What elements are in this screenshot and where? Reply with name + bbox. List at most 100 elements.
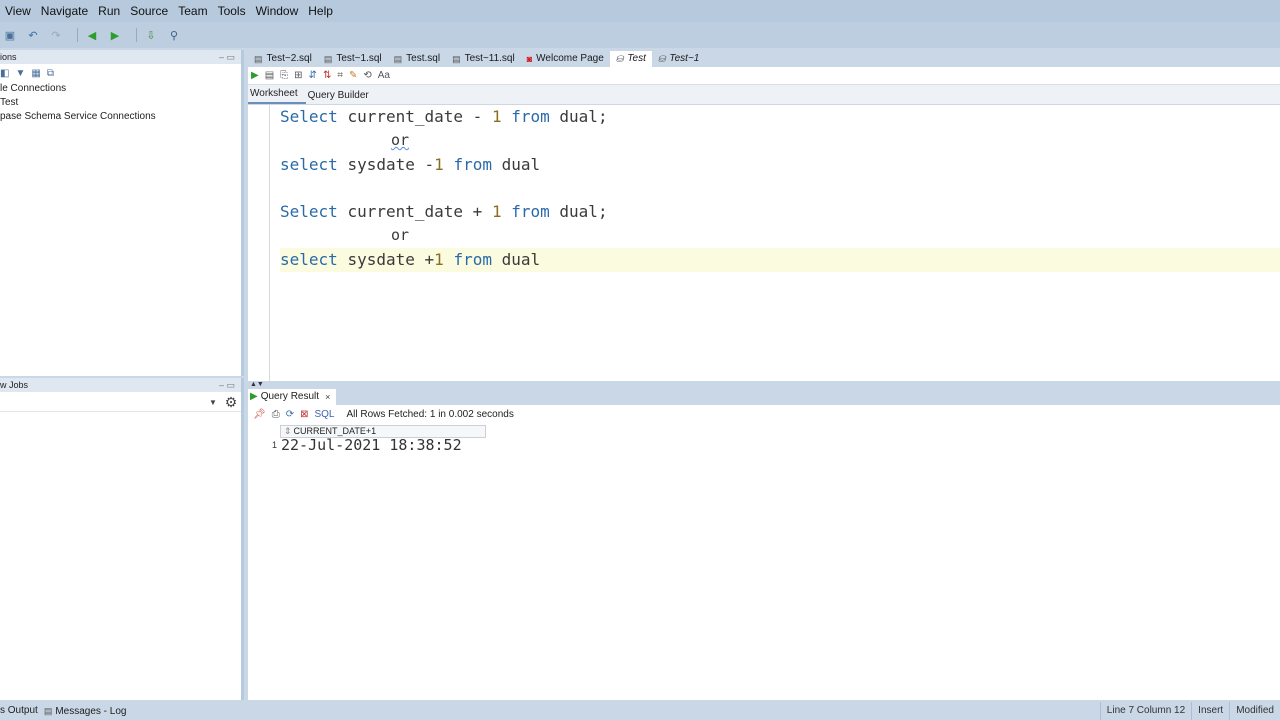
sql-link[interactable]: SQL [314, 409, 334, 420]
jobs-combo-field[interactable] [0, 395, 209, 411]
run-script-icon[interactable]: ▤ [265, 70, 274, 81]
menu-window[interactable]: Window [251, 4, 304, 18]
code-text: or [391, 130, 410, 149]
panel-title-text: w Jobs [0, 380, 29, 390]
pin-icon[interactable]: 📌︎ [253, 409, 266, 420]
minimize-icon[interactable]: ‒ ▭ [219, 50, 235, 64]
tab-label: Test~1.sql [336, 53, 382, 64]
history-icon[interactable]: ⟲ [363, 70, 371, 81]
code-line[interactable]: or [280, 224, 1280, 248]
code-keyword: Select [280, 107, 338, 126]
redo-icon[interactable]: ↷ [48, 27, 64, 43]
menu-run[interactable]: Run [93, 4, 125, 18]
column-header-label: CURRENT_DATE+1 [293, 426, 377, 436]
undo-icon[interactable]: ↶ [25, 27, 41, 43]
explain-plan-icon[interactable]: ⊞ [294, 70, 302, 81]
panel-splitter[interactable]: ▲▼ [248, 381, 1280, 388]
refresh-icon[interactable]: ⟳ [286, 409, 294, 420]
tab-test-sql[interactable]: ▤ Test.sql [388, 51, 446, 67]
code-line-current[interactable]: select sysdate +1 from dual [280, 247, 1280, 272]
commit-icon[interactable]: ⇵ [309, 70, 317, 81]
menu-help[interactable]: Help [303, 4, 338, 18]
code-editor[interactable]: Select current_date - 1 from dual; or se… [280, 105, 1280, 272]
tab-label: Test~11.sql [464, 53, 515, 64]
tab-messages-log[interactable]: ▤ Messages - Log [44, 702, 133, 720]
format-icon[interactable]: ⌗ [337, 70, 343, 81]
menu-view[interactable]: View [0, 4, 36, 18]
print-icon[interactable]: ⎙ [272, 409, 280, 420]
filter-icon[interactable]: ▼ [15, 68, 25, 79]
code-line[interactable]: select sysdate -1 from dual [280, 153, 1280, 177]
status-bar: s Output ▤ Messages - Log Line 7 Column 1… [0, 702, 1280, 720]
tab-query-result[interactable]: ▶ Query Result × [248, 389, 337, 405]
code-identifier: current_date [347, 107, 464, 126]
code-number: 1 [434, 249, 444, 269]
code-number: 1 [491, 107, 502, 126]
back-icon[interactable]: ◀ [84, 27, 100, 43]
run-statement-icon: ▶ [250, 391, 258, 402]
gear-icon[interactable]: ⚙ [221, 394, 241, 411]
browser-icon[interactable]: ⧉ [47, 68, 54, 79]
code-identifier: dual [501, 249, 541, 269]
clear-icon[interactable]: ✎ [349, 70, 357, 81]
tab-query-builder[interactable]: Query Builder [306, 90, 377, 104]
tree-item-schema-service[interactable]: pase Schema Service Connections [0, 110, 241, 124]
result-toolbar: 📌︎ ⎙ ⟳ ⊠ SQL All Rows Fetched: 1 in 0.00… [248, 405, 1280, 423]
connections-panel: ions ‒ ▭ ◧ ▼ ▦ ⧉ le Connections Test pas… [0, 50, 244, 376]
tab-label: Welcome Page [536, 53, 604, 64]
run-statement-icon[interactable]: ▶ [251, 70, 259, 81]
tab-test-1[interactable]: ⛁ Test~1 [652, 51, 705, 67]
connections-panel-title: ions ‒ ▭ [0, 50, 241, 64]
code-line[interactable]: Select current_date + 1 from dual; [280, 200, 1280, 224]
close-icon[interactable]: × [325, 389, 330, 405]
menu-source[interactable]: Source [125, 4, 173, 18]
tab-label: Test [627, 53, 646, 64]
menu-tools[interactable]: Tools [213, 4, 251, 18]
tab-welcome-page[interactable]: ◙ Welcome Page [521, 51, 610, 67]
download-icon[interactable]: ⇩ [143, 27, 159, 43]
tree-item-connections[interactable]: le Connections [0, 82, 241, 96]
autotrace-icon[interactable]: ⎘ [280, 70, 288, 81]
tab-script-output[interactable]: s Output [0, 702, 44, 720]
document-tabs: ▤ Test~2.sql ▤ Test~1.sql ▤ Test.sql ▤ Test~… [248, 50, 1280, 67]
code-number: 1 [491, 202, 502, 222]
messages-log-label: Messages - Log [55, 706, 127, 717]
cancel-icon[interactable]: ⊠ [300, 409, 308, 420]
code-number: 1 [434, 154, 444, 174]
code-keyword: Select [280, 202, 338, 222]
minimize-icon[interactable]: ‒ ▭ [219, 378, 235, 392]
tab-test-2-sql[interactable]: ▤ Test~2.sql [248, 51, 318, 67]
editor-gutter [248, 105, 270, 381]
tab-test-11-sql[interactable]: ▤ Test~11.sql [446, 51, 521, 67]
tab-worksheet[interactable]: Worksheet [248, 88, 306, 104]
refresh-icon[interactable]: ◧ [0, 68, 9, 79]
code-line[interactable]: or [280, 129, 1280, 153]
code-operator: + [424, 249, 435, 269]
code-keyword: select [280, 249, 338, 269]
code-identifier: sysdate [347, 249, 415, 269]
case-icon[interactable]: Aa [378, 70, 390, 81]
jobs-combo[interactable]: ▼ ⚙ [0, 394, 241, 412]
code-line[interactable] [280, 176, 1280, 200]
menu-team[interactable]: Team [173, 4, 212, 18]
tab-label: Test~1 [669, 53, 700, 64]
forward-icon[interactable]: ▶ [107, 27, 123, 43]
chevron-down-icon[interactable]: ▼ [209, 398, 221, 407]
tab-test-1-sql[interactable]: ▤ Test~1.sql [318, 51, 388, 67]
log-icon: ▤ [43, 706, 53, 716]
tree-item-test[interactable]: Test [0, 96, 241, 110]
result-cell[interactable]: 22-Jul-2021 18:38:52 [281, 436, 462, 454]
save-all-icon[interactable]: ▣ [2, 27, 18, 43]
code-keyword: select [280, 154, 338, 174]
code-line[interactable]: Select current_date - 1 from dual; [280, 105, 1280, 129]
tab-test[interactable]: ⛁ Test [609, 51, 652, 67]
schema-icon[interactable]: ▦ [31, 68, 40, 79]
row-number: 1 [272, 440, 278, 450]
rollback-icon[interactable]: ⇅ [323, 70, 331, 81]
edit-mode: Insert [1191, 702, 1229, 720]
menu-navigate[interactable]: Navigate [36, 4, 93, 18]
db-connection-icon: ⛁ [657, 54, 666, 64]
binoculars-icon[interactable]: ⚲ [166, 27, 182, 43]
query-result-panel: 📌︎ ⎙ ⟳ ⊠ SQL All Rows Fetched: 1 in 0.00… [248, 405, 1280, 700]
code-keyword: from [453, 154, 492, 174]
